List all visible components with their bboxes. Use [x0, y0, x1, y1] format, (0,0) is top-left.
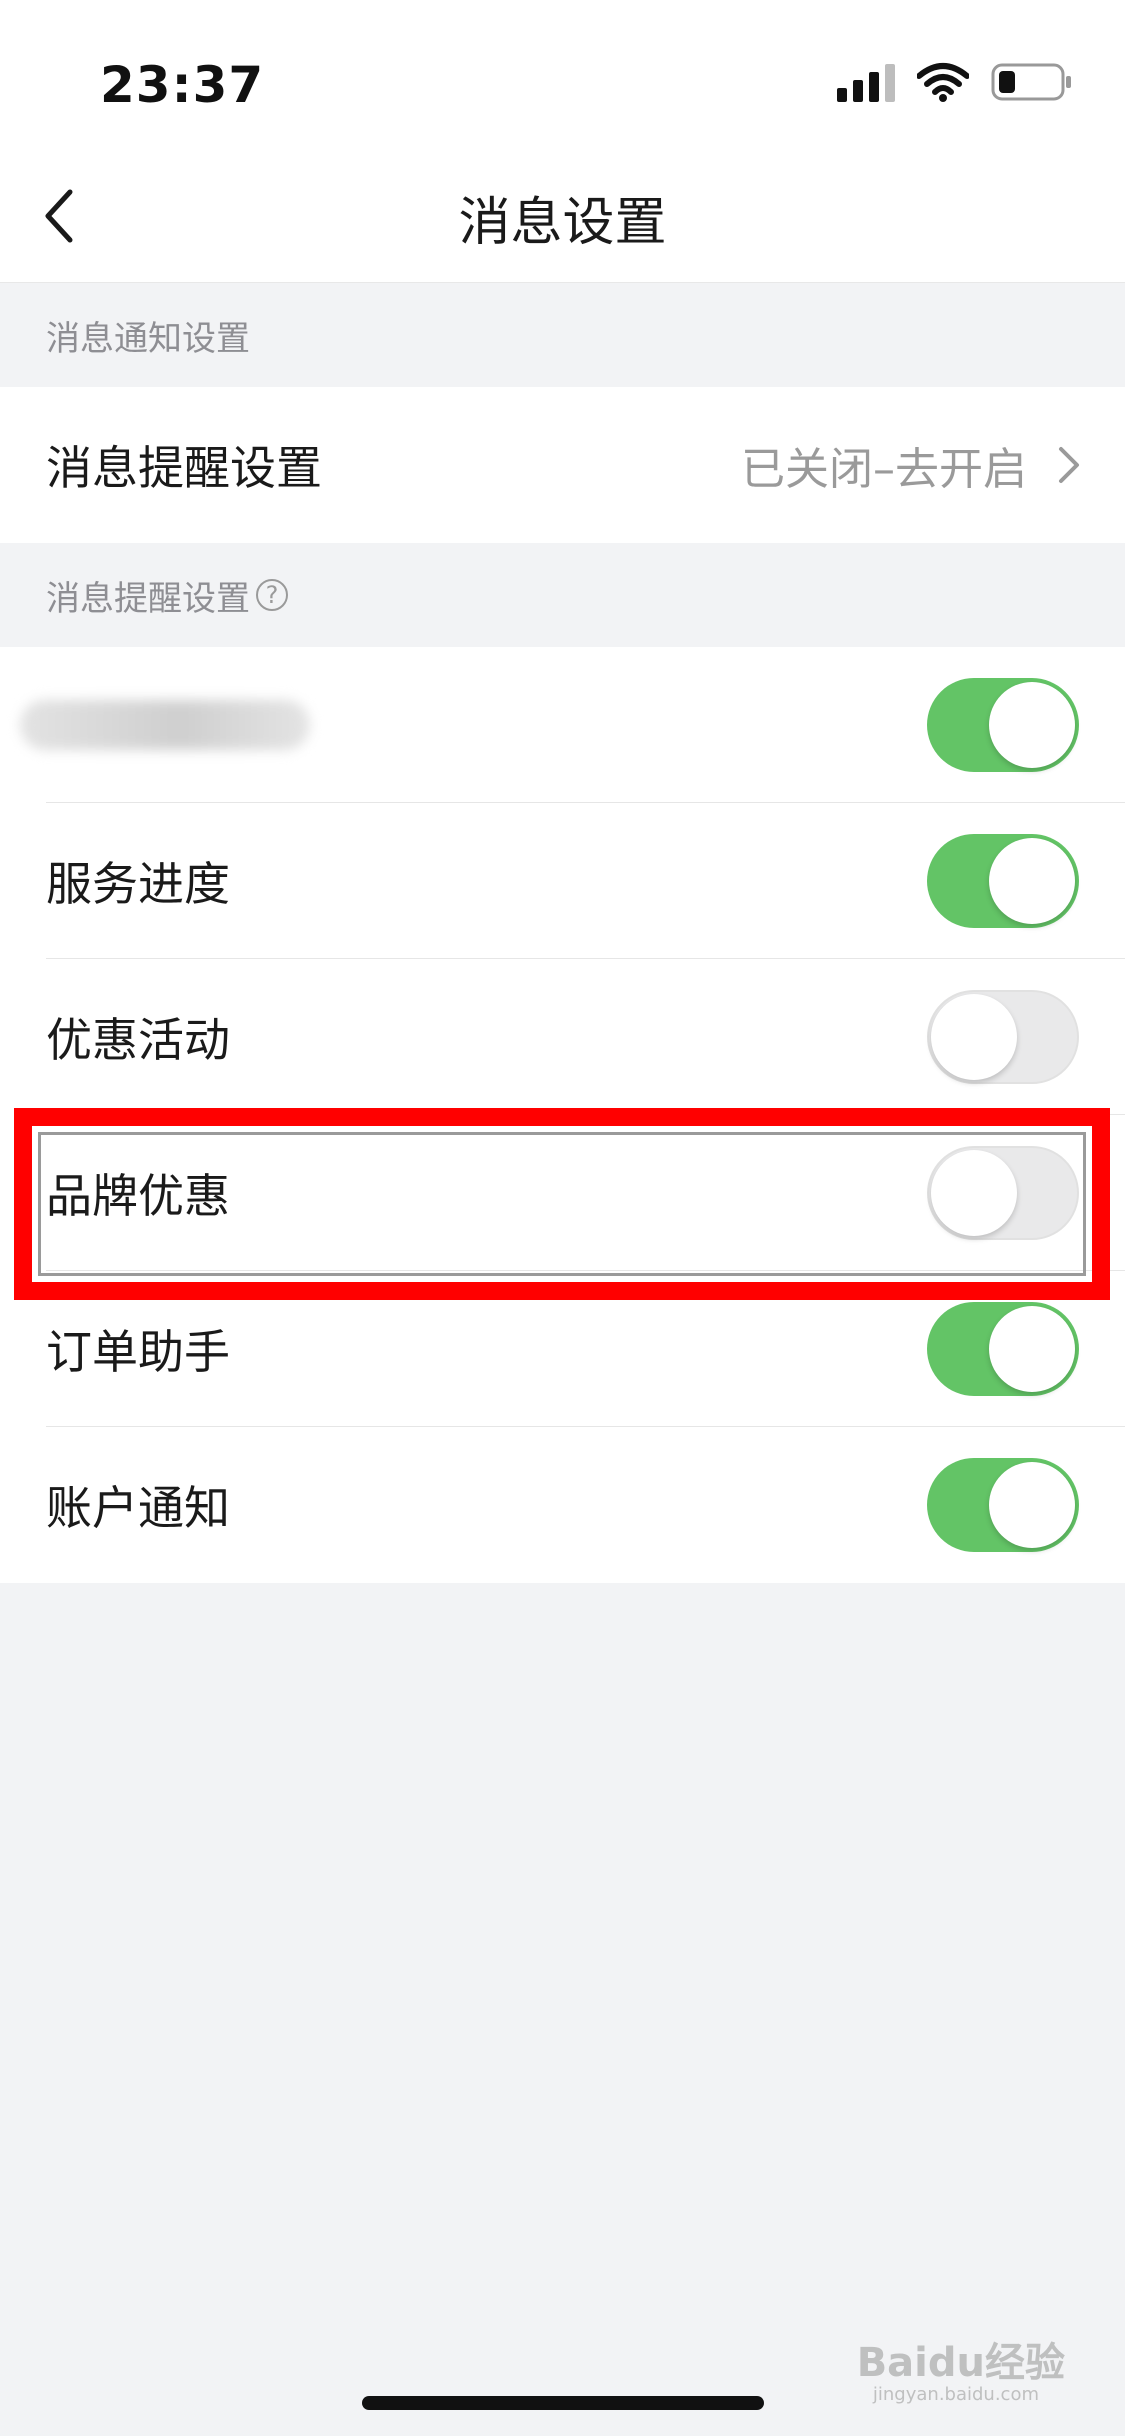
screen: 23:37 消息设置 消息通知设置 消息提醒设置 已关闭–去开启 消息提醒设置 …: [0, 0, 1125, 2436]
cellular-signal-icon: [837, 62, 895, 102]
top-area: 23:37 消息设置: [0, 0, 1125, 283]
toggle-knob: [989, 1306, 1075, 1392]
toggle-row-service-progress: 服务进度: [0, 803, 1125, 959]
toggle-knob: [989, 1462, 1075, 1548]
toggle-switch-account-notifications[interactable]: [927, 1458, 1079, 1552]
baidu-watermark-url: jingyan.baidu.com: [872, 2384, 1039, 2405]
toggle-switch-blurred-item[interactable]: [927, 678, 1079, 772]
promotions-label: 优惠活动: [46, 1013, 230, 1067]
reminder-settings-label: 消息提醒设置: [46, 441, 322, 495]
toggle-switch-promotions[interactable]: [927, 990, 1079, 1084]
brand-offers-label: 品牌优惠: [46, 1169, 230, 1223]
battery-icon: [991, 62, 1073, 102]
account-notifications-label: 账户通知: [46, 1481, 230, 1535]
section-header-reminder: 消息提醒设置 ?: [0, 543, 1125, 647]
toggle-row-blurred: [0, 647, 1125, 803]
service-progress-label: 服务进度: [46, 857, 230, 911]
blurred-label: [20, 700, 310, 750]
baidu-watermark: Baidu经验: [856, 2340, 1065, 2386]
section-header-reminder-label: 消息提醒设置: [46, 578, 250, 619]
toggle-row-order-assistant: 订单助手: [0, 1271, 1125, 1427]
status-icons: [837, 62, 1073, 102]
page-title: 消息设置: [458, 193, 667, 253]
question-circle-icon[interactable]: ?: [256, 579, 288, 611]
section-header-notification: 消息通知设置: [46, 318, 250, 359]
toggle-knob: [931, 1150, 1017, 1236]
reminder-settings-action[interactable]: 已关闭–去开启: [741, 433, 1081, 497]
home-indicator[interactable]: [362, 2396, 764, 2410]
chevron-right-icon: [1059, 447, 1079, 483]
reminder-settings-row[interactable]: 消息提醒设置 已关闭–去开启: [0, 387, 1125, 543]
status-time: 23:37: [100, 56, 265, 114]
toggle-knob: [989, 838, 1075, 924]
toggle-knob: [931, 994, 1017, 1080]
order-assistant-label: 订单助手: [46, 1325, 230, 1379]
toggle-switch-service-progress[interactable]: [927, 834, 1079, 928]
toggle-knob: [989, 682, 1075, 768]
wifi-icon: [917, 62, 969, 102]
toggle-row-brand-offers: 品牌优惠: [0, 1115, 1125, 1271]
toggle-row-account-notifications: 账户通知: [0, 1427, 1125, 1583]
toggle-switch-order-assistant[interactable]: [927, 1302, 1079, 1396]
toggle-switch-brand-offers[interactable]: [927, 1146, 1079, 1240]
reminder-settings-value: 已关闭–去开启: [741, 444, 1027, 495]
toggle-row-promotions: 优惠活动: [0, 959, 1125, 1115]
